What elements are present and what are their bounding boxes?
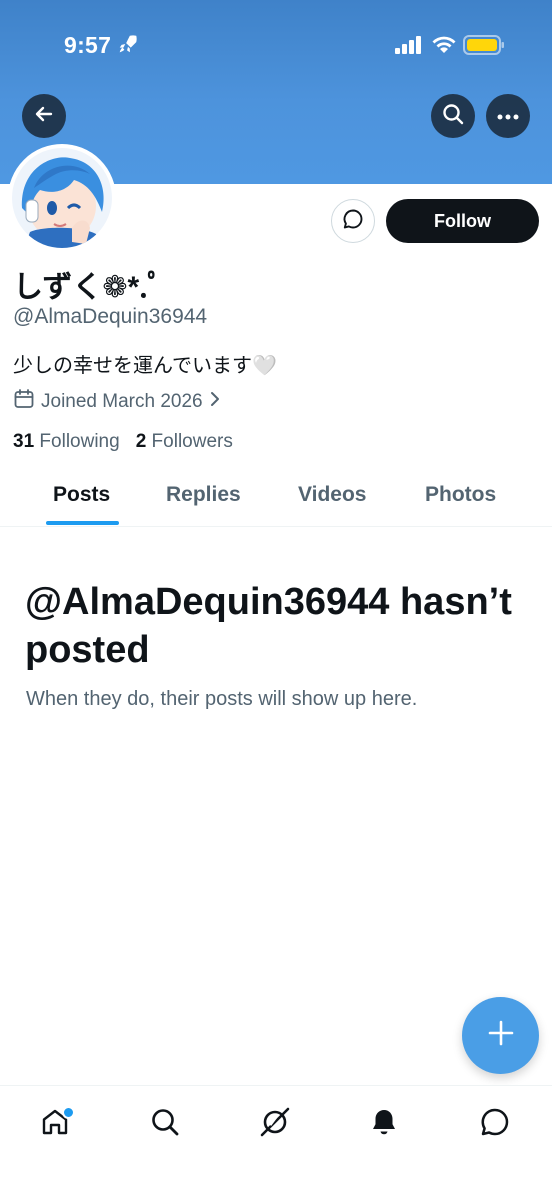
nav-home[interactable] [35, 1104, 75, 1144]
avatar[interactable] [8, 144, 116, 252]
chat-icon [479, 1106, 511, 1143]
status-time: 9:57 [64, 32, 112, 58]
more-horizontal-icon [497, 107, 519, 125]
joined-date-row[interactable]: Joined March 2026 [13, 389, 221, 415]
compose-post-button[interactable] [462, 997, 539, 1074]
chat-bubble-icon [342, 208, 364, 235]
active-tab-indicator [46, 521, 119, 525]
rocket-icon [117, 33, 139, 60]
search-icon [149, 1106, 181, 1143]
follow-stats: 31 Following 2 Followers [13, 431, 233, 453]
nav-search[interactable] [145, 1104, 185, 1144]
tab-videos[interactable]: Videos [298, 483, 366, 507]
empty-state-subtitle: When they do, their posts will show up h… [26, 688, 418, 710]
profile-tabs: Posts Replies Videos Photos [0, 470, 552, 527]
profile-handle: @AlmaDequin36944 [13, 305, 208, 328]
notification-dot [62, 1106, 75, 1119]
following-label: Following [39, 431, 120, 452]
tab-photos[interactable]: Photos [425, 483, 496, 507]
bottom-navigation [0, 1085, 552, 1201]
plus-icon [487, 1019, 515, 1052]
message-button[interactable] [331, 199, 375, 243]
nav-grok[interactable] [255, 1104, 295, 1144]
wifi-icon [431, 34, 457, 59]
back-button[interactable] [22, 94, 66, 138]
nav-messages[interactable] [475, 1104, 515, 1144]
more-options-button[interactable] [486, 94, 530, 138]
nav-notifications[interactable] [364, 1104, 404, 1144]
cellular-signal-icon [395, 36, 423, 59]
battery-icon [463, 34, 505, 61]
display-name: しずく❁*.ﾟ [13, 271, 163, 304]
empty-state-title: @AlmaDequin36944 hasn’t posted [25, 581, 512, 671]
followers-label: Followers [151, 431, 233, 452]
calendar-icon [13, 388, 35, 416]
following-count: 31 [13, 431, 35, 452]
bell-icon [368, 1106, 400, 1143]
following-link[interactable]: 31 Following [13, 431, 120, 453]
followers-link[interactable]: 2 Followers [136, 431, 233, 453]
chevron-right-icon [209, 391, 221, 413]
search-button[interactable] [431, 94, 475, 138]
tab-replies[interactable]: Replies [166, 483, 241, 507]
profile-bio: 少しの幸せを運んでいます🤍 [13, 355, 277, 377]
status-bar: 9:57 [0, 0, 552, 90]
grok-icon [258, 1105, 292, 1144]
joined-date: Joined March 2026 [41, 391, 203, 412]
search-icon [442, 103, 464, 130]
arrow-left-icon [34, 104, 54, 129]
followers-count: 2 [135, 431, 147, 452]
follow-button[interactable]: Follow [386, 199, 539, 243]
tab-posts[interactable]: Posts [53, 483, 110, 507]
